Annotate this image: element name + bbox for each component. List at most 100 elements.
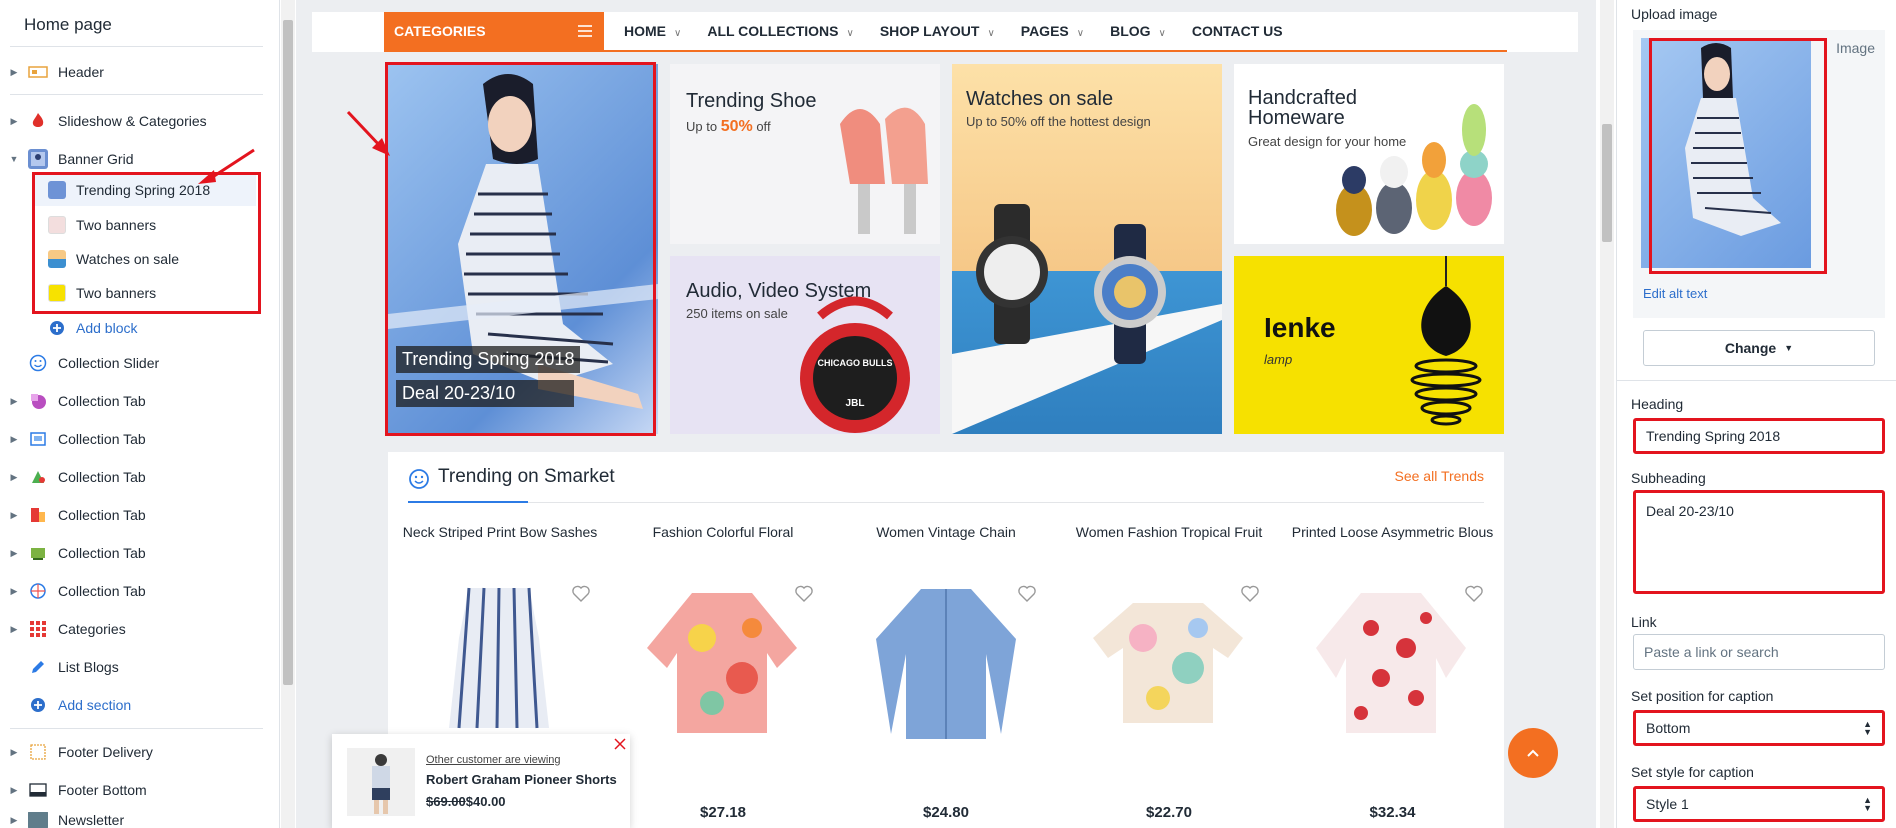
image-picker: Image Edit alt text bbox=[1633, 30, 1885, 318]
section-collection-tab[interactable]: ▶ Collection Tab bbox=[0, 386, 265, 416]
product-card[interactable]: Women Fashion Tropical Fruit $22.70 bbox=[1058, 508, 1280, 828]
caption-style-select[interactable]: Style 1 ▲ ▼ bbox=[1633, 786, 1885, 822]
caret-right-icon[interactable]: ▶ bbox=[8, 586, 20, 597]
section-footer-bottom[interactable]: ▶ Footer Bottom bbox=[0, 775, 265, 805]
shoe-image bbox=[840, 107, 928, 234]
speaker-image: CHICAGO BULLS JBL bbox=[800, 296, 910, 433]
change-image-button[interactable]: Change ▼ bbox=[1643, 330, 1875, 366]
section-collection-tab[interactable]: ▶ Collection Tab bbox=[0, 576, 265, 606]
section-collection-tab[interactable]: ▶ Collection Tab bbox=[0, 538, 265, 568]
caret-right-icon[interactable]: ▶ bbox=[8, 472, 20, 483]
nav-shop-layout[interactable]: SHOP LAYOUT ∨ bbox=[880, 23, 995, 39]
nav-blog[interactable]: BLOG ∨ bbox=[1110, 23, 1166, 39]
banner-watches-on-sale[interactable]: Watches on sale Up to 50% off the hottes… bbox=[952, 64, 1222, 434]
caret-right-icon[interactable]: ▶ bbox=[8, 67, 20, 78]
section-list-blogs[interactable]: List Blogs bbox=[0, 652, 265, 682]
product-image bbox=[876, 589, 1016, 739]
caret-right-icon[interactable]: ▶ bbox=[8, 747, 20, 758]
section-slideshow[interactable]: ▶ Slideshow & Categories bbox=[0, 106, 265, 136]
product-card[interactable]: Women Vintage Chain $24.80 bbox=[835, 508, 1057, 828]
sidebar-scrollbar[interactable] bbox=[281, 0, 295, 828]
theme-sections-sidebar: Home page ▶ Header ▶ Slideshow & Categor… bbox=[0, 0, 280, 828]
scrollbar-thumb[interactable] bbox=[283, 20, 293, 685]
nav-label: SHOP LAYOUT bbox=[879, 23, 980, 39]
block-two-banners[interactable]: Two banners bbox=[34, 209, 256, 241]
close-icon[interactable] bbox=[612, 736, 628, 752]
banner-audio-video[interactable]: Audio, Video System 250 items on sale CH… bbox=[670, 256, 940, 434]
subheading-textarea[interactable]: Deal 20-23/10 bbox=[1633, 490, 1885, 594]
banner-trending-shoe[interactable]: Trending Shoe Up to 50% off bbox=[670, 64, 940, 244]
scrollbar-thumb[interactable] bbox=[1602, 124, 1612, 242]
add-section-button[interactable]: Add section bbox=[0, 690, 265, 720]
section-footer-delivery[interactable]: ▶ Footer Delivery bbox=[0, 737, 265, 767]
caret-right-icon[interactable]: ▶ bbox=[8, 785, 20, 796]
section-categories[interactable]: ▶ Categories bbox=[0, 614, 265, 644]
caret-right-icon[interactable]: ▶ bbox=[8, 510, 20, 521]
section-label: Footer Bottom bbox=[58, 782, 147, 798]
see-all-trends-link[interactable]: See all Trends bbox=[1395, 468, 1485, 484]
banner-grid-icon bbox=[28, 149, 48, 169]
caret-right-icon[interactable]: ▶ bbox=[8, 434, 20, 445]
nav-pages[interactable]: PAGES ∨ bbox=[1021, 23, 1084, 39]
nav-contact-us[interactable]: CONTACT US bbox=[1192, 23, 1283, 39]
heart-icon[interactable] bbox=[571, 584, 591, 604]
nav-label: PAGES bbox=[1020, 23, 1069, 39]
product-price: $32.34 bbox=[1369, 804, 1416, 821]
divider bbox=[408, 502, 1484, 503]
link-input[interactable]: Paste a link or search bbox=[1633, 634, 1885, 670]
product-card[interactable]: Fashion Colorful Floral $27.18 bbox=[612, 508, 834, 828]
banner-ienke-lamp[interactable]: Ienke lamp bbox=[1234, 256, 1504, 434]
upload-image-label: Upload image bbox=[1631, 6, 1718, 22]
collection-tab-icon bbox=[28, 391, 48, 411]
popup-price: $69.00$40.00 bbox=[426, 794, 506, 809]
block-watches-on-sale[interactable]: Watches on sale bbox=[34, 243, 256, 275]
categories-label: CATEGORIES bbox=[394, 23, 486, 39]
caret-right-icon[interactable]: ▶ bbox=[8, 396, 20, 407]
watches-image bbox=[952, 204, 1222, 434]
section-newsletter[interactable]: ▶ Newsletter bbox=[0, 812, 265, 828]
selected-image-preview[interactable] bbox=[1641, 38, 1811, 268]
nav-home[interactable]: HOME ∨ bbox=[624, 23, 681, 39]
speaker-logo-text: CHICAGO BULLS bbox=[818, 358, 893, 368]
section-collection-tab[interactable]: ▶ Collection Tab bbox=[0, 500, 265, 530]
categories-button[interactable]: CATEGORIES bbox=[384, 12, 604, 50]
select-arrows-icon: ▲ ▼ bbox=[1863, 719, 1872, 737]
product-price: $24.80 bbox=[923, 804, 969, 821]
section-collection-tab[interactable]: ▶ Collection Tab bbox=[0, 462, 265, 492]
nav-all-collections[interactable]: ALL COLLECTIONS ∨ bbox=[707, 23, 854, 39]
collection-tab-icon bbox=[28, 581, 48, 601]
banner-subheading: 250 items on sale bbox=[686, 306, 788, 321]
divider bbox=[10, 728, 263, 729]
popup-note[interactable]: Other customer are viewing bbox=[426, 754, 561, 766]
banner-trending-spring[interactable]: Trending Spring 2018 Deal 20-23/10 bbox=[388, 64, 658, 434]
heading-input[interactable]: Trending Spring 2018 bbox=[1633, 418, 1885, 454]
caret-right-icon[interactable]: ▶ bbox=[8, 116, 20, 127]
caret-right-icon[interactable]: ▶ bbox=[8, 548, 20, 559]
preview-scrollbar[interactable] bbox=[1600, 0, 1614, 828]
caret-down-icon[interactable]: ▼ bbox=[8, 154, 20, 164]
back-to-top-button[interactable] bbox=[1508, 728, 1558, 778]
section-collection-slider[interactable]: Collection Slider bbox=[0, 348, 265, 378]
add-block-button[interactable]: Add block bbox=[34, 312, 256, 344]
recent-view-popup[interactable]: Other customer are viewing Robert Graham… bbox=[332, 734, 630, 828]
section-collection-tab[interactable]: ▶ Collection Tab bbox=[0, 424, 265, 454]
sub-text: Up to bbox=[686, 119, 721, 134]
caret-right-icon[interactable]: ▶ bbox=[8, 815, 20, 826]
product-image bbox=[1316, 593, 1466, 733]
block-two-banners[interactable]: Two banners bbox=[34, 277, 256, 309]
edit-alt-text-link[interactable]: Edit alt text bbox=[1643, 286, 1707, 301]
banner-handcrafted-homeware[interactable]: Handcrafted Homeware Great design for yo… bbox=[1234, 64, 1504, 244]
block-settings-panel: Upload image Image Edit alt text Change ▼… bbox=[1616, 0, 1896, 828]
section-header[interactable]: ▶ Header bbox=[0, 57, 265, 87]
new-price: $40.00 bbox=[465, 794, 506, 809]
product-card[interactable]: Printed Loose Asymmetric Blous $32.34 bbox=[1281, 508, 1504, 828]
popup-product-name[interactable]: Robert Graham Pioneer Shorts bbox=[426, 772, 617, 787]
section-label: Collection Slider bbox=[58, 355, 160, 371]
smiley-icon bbox=[409, 469, 429, 489]
caret-right-icon[interactable]: ▶ bbox=[8, 624, 20, 635]
collection-tab-icon bbox=[28, 505, 48, 525]
product-price: $22.70 bbox=[1146, 804, 1192, 821]
section-label: Collection Tab bbox=[58, 431, 146, 447]
caret-down-icon: ▼ bbox=[1784, 343, 1794, 353]
caption-position-select[interactable]: Bottom ▲ ▼ bbox=[1633, 710, 1885, 746]
